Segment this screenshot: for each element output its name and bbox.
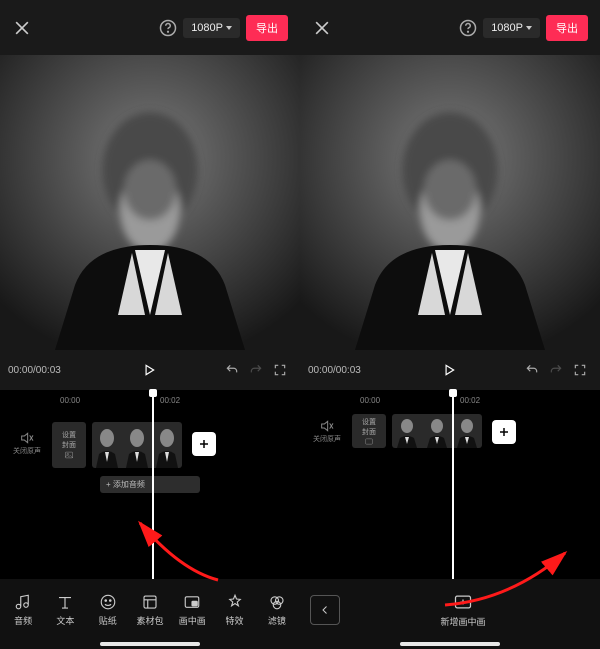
play-button[interactable] [142,363,156,377]
tool-audio[interactable]: 音频 [3,593,43,627]
undo-button[interactable] [525,363,539,377]
fullscreen-button[interactable] [573,363,587,377]
timecode: 00:00/00:03 [8,365,78,376]
redo-button[interactable] [249,363,263,377]
mute-toggle[interactable]: 关闭原声 [8,414,46,456]
help-icon[interactable] [159,19,177,37]
back-button[interactable] [310,595,340,625]
playhead[interactable] [452,390,454,579]
add-clip-button[interactable] [192,432,216,456]
redo-button[interactable] [549,363,563,377]
export-button[interactable]: 导出 [546,15,588,41]
chevron-down-icon [226,26,232,30]
home-indicator [100,642,200,646]
mute-toggle[interactable]: 关闭原声 [308,410,346,444]
resolution-button[interactable]: 1080P [183,18,240,38]
resolution-label: 1080P [191,22,223,34]
resolution-button[interactable]: 1080P [483,18,540,38]
timecode: 00:00/00:03 [308,365,378,376]
tool-text[interactable]: 文本 [45,593,85,627]
timeline-ruler[interactable]: 00:0000:02 [0,396,300,410]
chevron-down-icon [526,26,532,30]
tool-effect[interactable]: 特效 [215,593,255,627]
undo-button[interactable] [225,363,239,377]
tool-material[interactable]: 素材包 [130,593,170,627]
home-indicator [400,642,500,646]
tool-sticker[interactable]: 贴纸 [88,593,128,627]
add-audio-track[interactable]: + 添加音频 [100,476,200,493]
help-icon[interactable] [459,19,477,37]
video-preview[interactable] [0,55,300,350]
add-pip-button[interactable]: 新增画中画 [441,592,486,628]
export-button[interactable]: 导出 [246,15,288,41]
timeline-ruler[interactable]: 00:0000:02 [300,396,600,410]
close-icon[interactable] [12,18,32,38]
cover-setting[interactable]: 设置封面 [52,422,86,468]
close-icon[interactable] [312,18,332,38]
playhead[interactable] [152,390,154,579]
video-clip[interactable] [392,414,482,448]
add-clip-button[interactable] [492,420,516,444]
tool-filter[interactable]: 滤镜 [257,593,297,627]
play-button[interactable] [442,363,456,377]
tool-pip[interactable]: 画中画 [172,593,212,627]
cover-setting[interactable]: 设置封面 [352,414,386,448]
video-clip[interactable] [92,422,182,468]
fullscreen-button[interactable] [273,363,287,377]
video-preview[interactable] [300,55,600,350]
